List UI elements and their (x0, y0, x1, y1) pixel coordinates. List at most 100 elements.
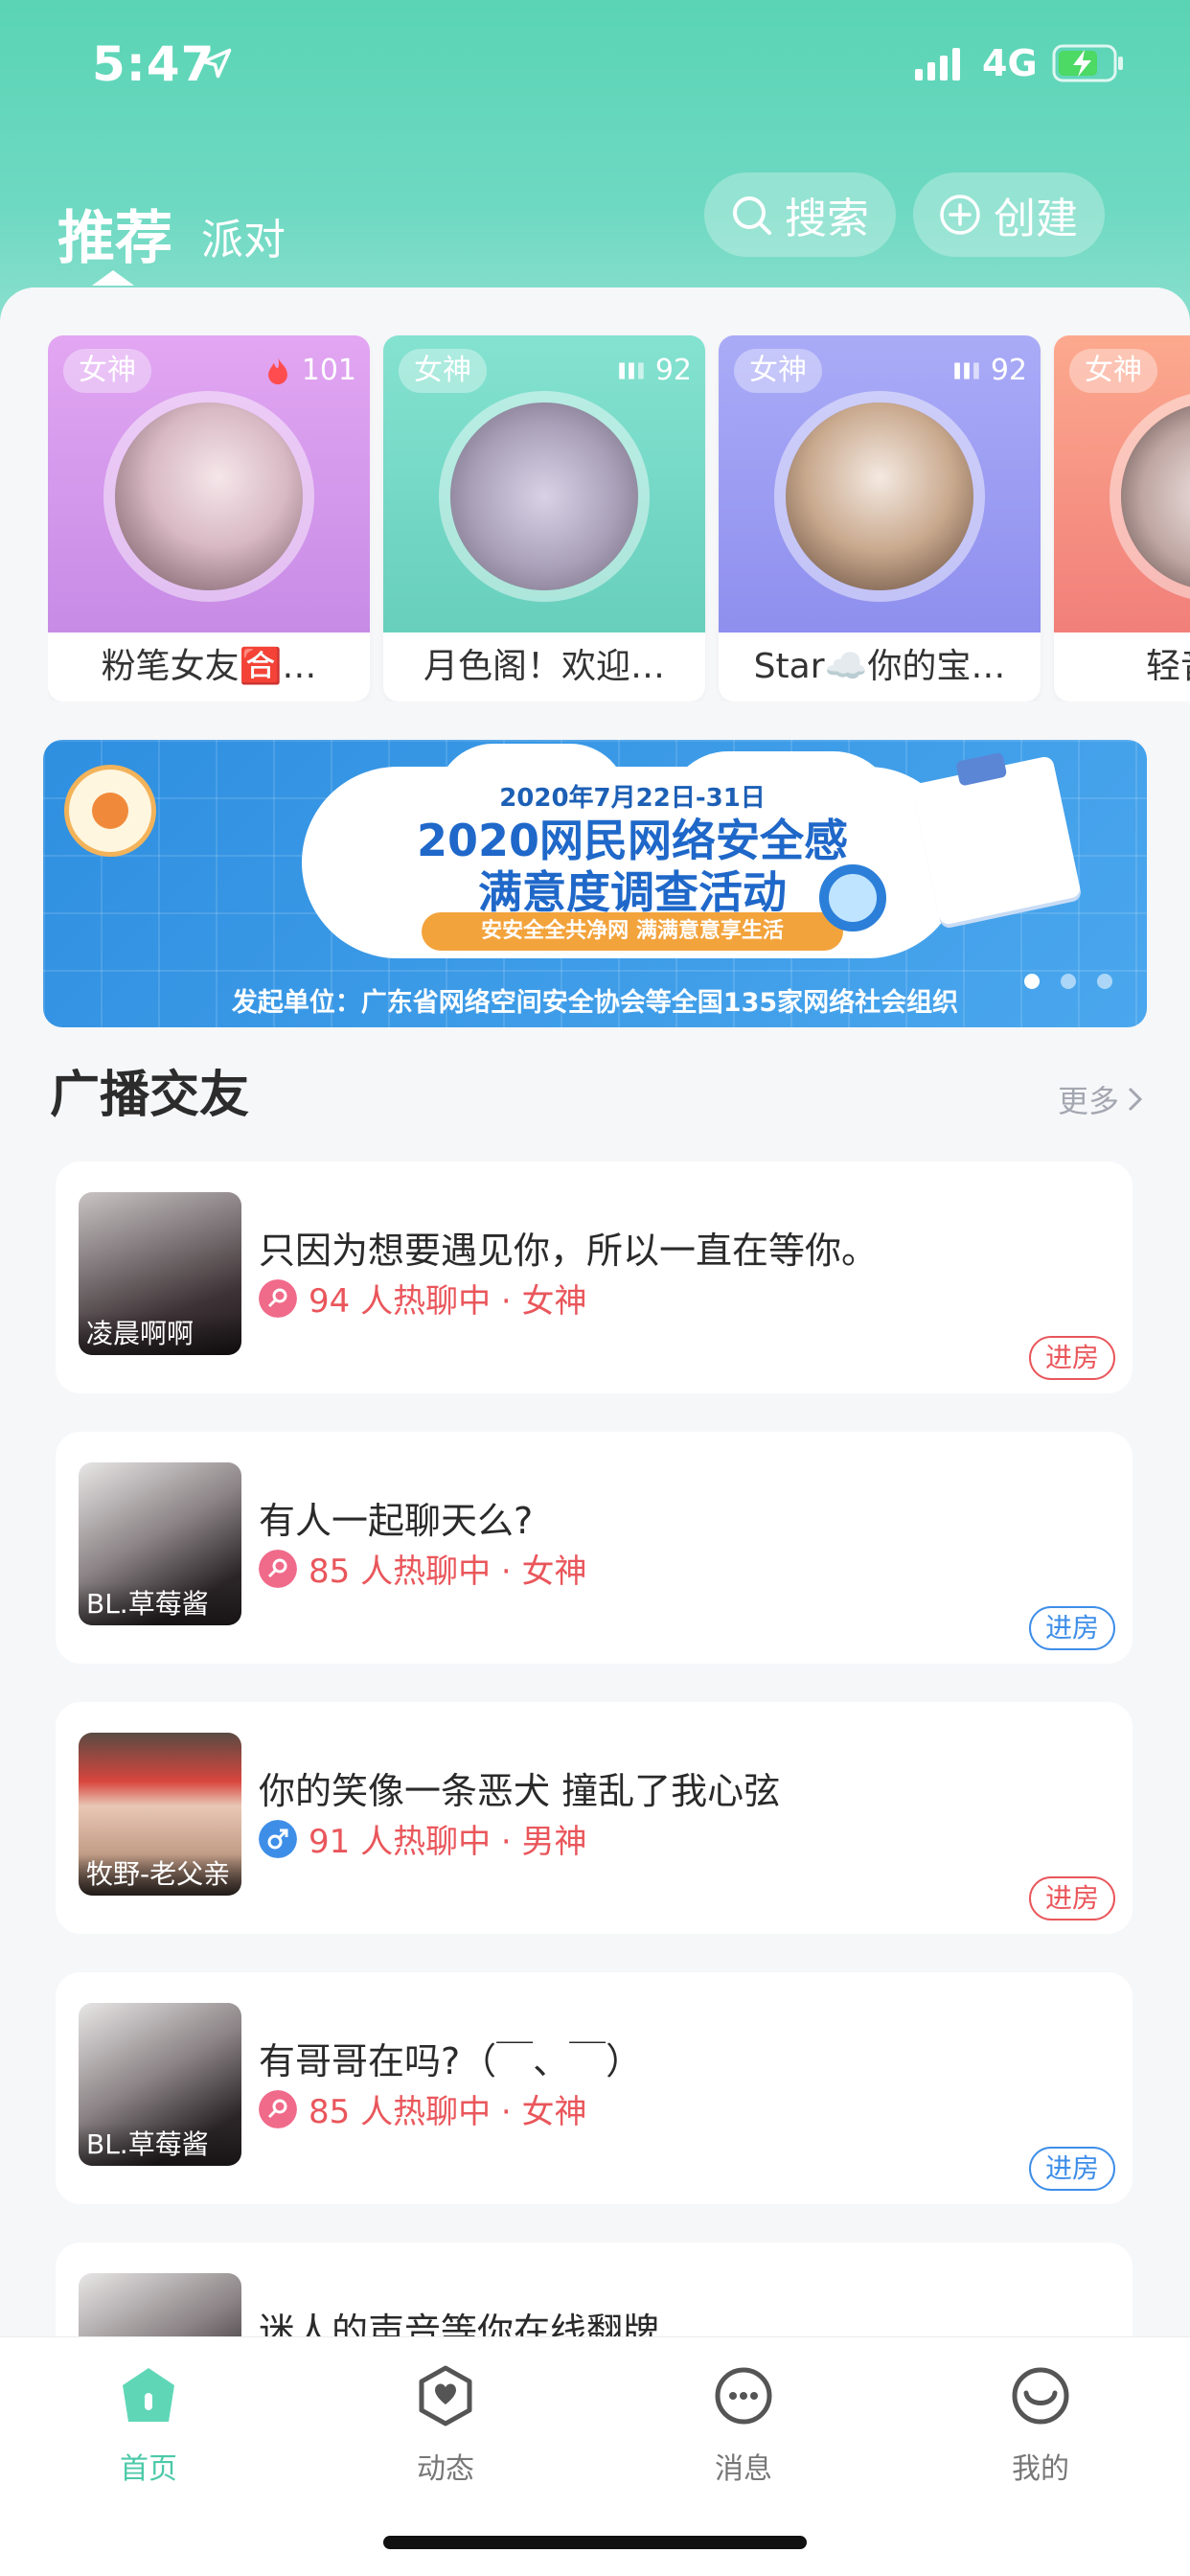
search-button[interactable]: 搜索 (704, 172, 896, 257)
tab-active-indicator (92, 270, 134, 286)
banner-pagination[interactable] (1024, 974, 1112, 989)
room-cover: 女神 (1054, 335, 1190, 632)
broadcast-item[interactable]: BL.草莓酱 有哥哥在吗?（￣、￣） 85 人热聊中 · 女神 进房 (56, 1972, 1133, 2204)
female-icon (259, 2089, 297, 2128)
banner-slogan: 安安全全共净网 满满意意享生活 (422, 912, 843, 951)
room-avatar (774, 391, 985, 602)
clipboard-icon (911, 755, 1082, 926)
network-label: 4G (982, 42, 1038, 84)
broadcast-thumbnail: 凌晨啊啊 (79, 1192, 241, 1355)
search-icon (733, 196, 771, 235)
banner-footer: 发起单位：广东省网络空间安全协会等全国135家网络社会组织 (231, 988, 959, 1018)
broadcast-meta-text: 94 人热聊中 · 女神 (309, 1282, 587, 1321)
enter-room-button[interactable]: 进房 (1029, 2147, 1115, 2191)
chevron-right-icon (1128, 1087, 1143, 1112)
room-avatar (103, 391, 314, 602)
banner-date: 2020年7月22日-31日 (499, 784, 766, 813)
home-icon (123, 2368, 174, 2422)
room-avatar (1110, 391, 1190, 602)
flame-icon (267, 356, 287, 385)
room-heat: 92 (615, 349, 692, 393)
pagination-dot[interactable] (1061, 974, 1076, 989)
broadcast-meta-text: 85 人热聊中 · 女神 (309, 1552, 587, 1591)
banner-headline-line1: 2020网民网络安全感 (416, 815, 849, 866)
feed-icon (419, 2365, 472, 2426)
enter-room-button[interactable]: 进房 (1029, 1876, 1115, 1920)
room-carousel[interactable]: 女神 101 粉笔女友🈴… 女神 92 月色阁！欢迎… 女神 92 Star☁️… (48, 335, 1190, 702)
broadcast-meta: 94 人热聊中 · 女神 (259, 1275, 587, 1322)
bars-icon (619, 362, 644, 380)
broadcast-title: 只因为想要遇见你，所以一直在等你。 (259, 1230, 879, 1272)
enter-room-button[interactable]: 进房 (1029, 1606, 1115, 1650)
tab-profile[interactable]: 我的 (945, 2364, 1136, 2487)
room-heat-count: 92 (990, 354, 1027, 387)
broadcast-item[interactable]: 凌晨啊啊 只因为想要遇见你，所以一直在等你。 94 人热聊中 · 女神 进房 (56, 1162, 1133, 1393)
room-card[interactable]: 女神 92 Star☁️你的宝… (719, 335, 1041, 702)
tab-messages-label: 消息 (715, 2452, 772, 2486)
magnifier-icon (819, 864, 886, 932)
room-heat-count: 101 (301, 354, 356, 387)
room-cover: 女神 92 (719, 335, 1041, 632)
organization-logo (64, 765, 156, 857)
room-card[interactable]: 女神 101 粉笔女友🈴… (48, 335, 370, 702)
tab-feed-label: 动态 (417, 2452, 474, 2486)
room-title: 轻音少… (1145, 647, 1190, 686)
male-icon (259, 1819, 297, 1858)
tab-party[interactable]: 派对 (201, 205, 286, 266)
message-icon (715, 2367, 772, 2425)
create-button[interactable]: 创建 (913, 172, 1105, 257)
broadcast-meta: 85 人热聊中 · 女神 (259, 2085, 587, 2132)
broadcast-meta-text: 85 人热聊中 · 女神 (309, 2093, 587, 2131)
room-tag: 女神 (63, 349, 151, 393)
promo-banner[interactable]: 2020年7月22日-31日 2020网民网络安全感 满意度调查活动 安安全全共… (43, 740, 1147, 1027)
broadcast-host-name: BL.草莓酱 (79, 1583, 241, 1625)
broadcast-title: 有哥哥在吗?（￣、￣） (259, 2040, 643, 2082)
tab-home-label: 首页 (120, 2452, 177, 2486)
broadcast-meta-text: 91 人热聊中 · 男神 (309, 1823, 587, 1861)
status-time: 5:47 (92, 36, 216, 92)
female-icon (259, 1278, 297, 1318)
home-indicator (383, 2536, 807, 2549)
broadcast-thumbnail: BL.草莓酱 (79, 1462, 241, 1625)
room-avatar (439, 391, 650, 602)
room-card[interactable]: 女神 轻音少… (1054, 335, 1190, 702)
search-label: 搜索 (785, 195, 869, 243)
room-tag: 女神 (734, 349, 822, 393)
location-arrow-icon (201, 48, 232, 79)
broadcast-thumbnail: BL.草莓酱 (79, 2003, 241, 2166)
room-tag: 女神 (1069, 349, 1157, 393)
pagination-dot[interactable] (1024, 974, 1040, 989)
broadcast-thumbnail: 牧野-老父亲 (79, 1733, 241, 1896)
tab-profile-label: 我的 (1012, 2452, 1069, 2486)
tab-recommend[interactable]: 推荐 (57, 192, 172, 275)
room-cover: 女神 92 (383, 335, 705, 632)
room-tag: 女神 (399, 349, 487, 393)
enter-room-button[interactable]: 进房 (1029, 1336, 1115, 1380)
pagination-dot[interactable] (1097, 974, 1112, 989)
room-title: Star☁️你的宝… (753, 647, 1006, 686)
broadcast-item[interactable]: BL.草莓酱 有人一起聊天么? 85 人热聊中 · 女神 进房 (56, 1432, 1133, 1664)
signal-icon (915, 48, 960, 80)
tab-messages[interactable]: 消息 (648, 2364, 839, 2487)
bars-icon (954, 362, 979, 380)
room-title: 月色阁！欢迎… (423, 647, 665, 686)
room-heat: 101 (262, 349, 356, 393)
broadcast-host-name: 凌晨啊啊 (79, 1313, 241, 1355)
room-card[interactable]: 女神 92 月色阁！欢迎… (383, 335, 705, 702)
broadcast-host-name: 牧野-老父亲 (79, 1853, 241, 1896)
status-bar: 5:47 4G (0, 0, 1190, 125)
broadcast-meta: 91 人热聊中 · 男神 (259, 1815, 587, 1862)
broadcast-item[interactable]: 牧野-老父亲 你的笑像一条恶犬 撞乱了我心弦 91 人热聊中 · 男神 进房 (56, 1702, 1133, 1934)
room-cover: 女神 101 (48, 335, 370, 632)
room-heat: 92 (950, 349, 1027, 393)
broadcast-meta: 85 人热聊中 · 女神 (259, 1545, 587, 1592)
section-title: 广播交友 (50, 1067, 250, 1124)
broadcast-title: 有人一起聊天么? (259, 1500, 534, 1542)
more-link[interactable]: 更多 (1058, 1077, 1146, 1121)
tab-feed[interactable]: 动态 (350, 2364, 541, 2487)
tab-home[interactable]: 首页 (53, 2364, 244, 2487)
room-heat-count: 92 (654, 354, 692, 387)
female-icon (259, 1549, 297, 1588)
broadcast-host-name: BL.草莓酱 (79, 2124, 241, 2166)
more-label: 更多 (1057, 1083, 1119, 1119)
